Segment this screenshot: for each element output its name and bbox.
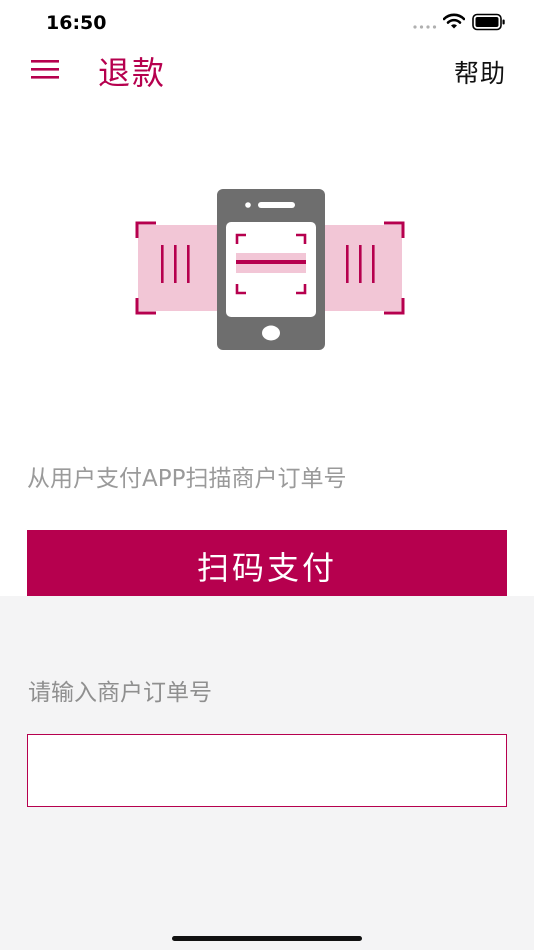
cellular-signal-icon <box>413 25 437 29</box>
help-button[interactable]: 帮助 <box>454 54 506 90</box>
page-title: 退款 <box>98 54 167 92</box>
battery-icon <box>472 13 505 31</box>
order-number-label: 请输入商户订单号 <box>28 680 212 706</box>
status-bar: 16:50 <box>0 0 534 46</box>
nav-bar: 退款 帮助 <box>0 46 534 94</box>
scan-instruction: 从用户支付APP扫描商户订单号 <box>27 466 347 492</box>
order-number-input[interactable] <box>27 734 507 807</box>
scan-pay-button[interactable]: 扫码支付 <box>27 530 507 596</box>
status-time: 16:50 <box>46 12 107 34</box>
menu-icon[interactable] <box>31 57 59 81</box>
scan-phone-illustration <box>135 189 405 350</box>
scan-panel: 从用户支付APP扫描商户订单号 扫码支付 <box>0 94 534 596</box>
home-indicator <box>172 936 362 941</box>
wifi-icon <box>443 13 465 29</box>
